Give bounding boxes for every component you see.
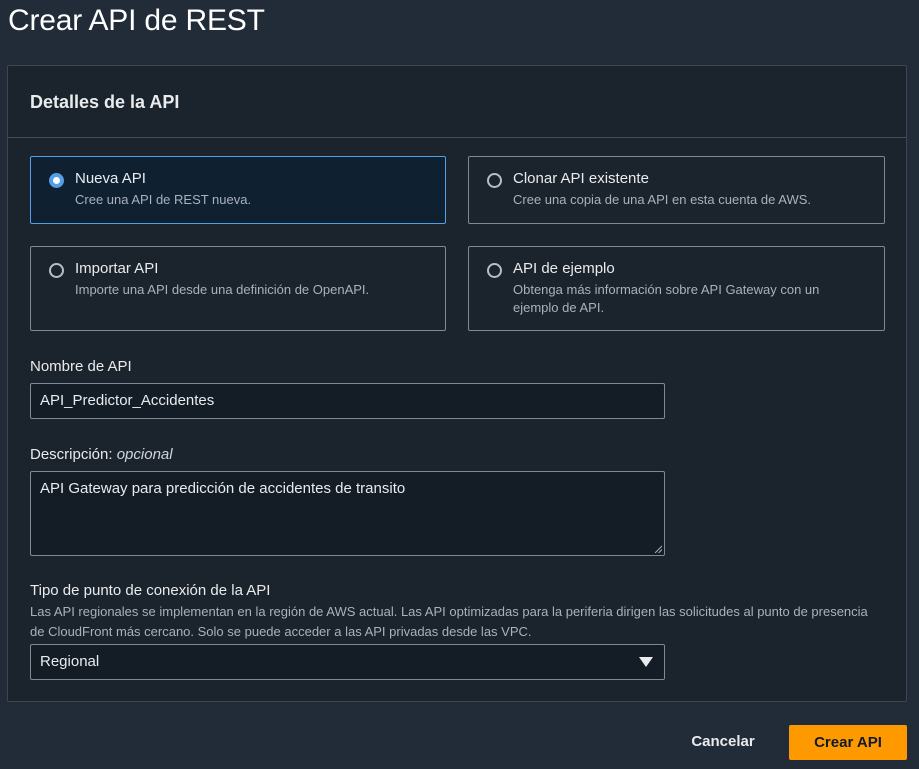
option-import-api[interactable]: Importar API Importe una API desde una d… — [30, 246, 446, 331]
option-title: Importar API — [75, 260, 159, 277]
endpoint-type-value: Regional — [40, 653, 100, 670]
endpoint-type-help: Las API regionales se implementan en la … — [30, 604, 868, 639]
resize-grip-icon[interactable] — [654, 545, 662, 553]
optional-tag: opcional — [116, 446, 173, 463]
description-label-text: Descripción: — [30, 446, 113, 463]
description-label: Descripción: opcional — [30, 446, 173, 463]
radio-clone-api[interactable] — [487, 173, 502, 188]
panel-title: Detalles de la API — [30, 92, 180, 112]
option-title: Clonar API existente — [513, 170, 649, 187]
caret-down-icon — [639, 657, 653, 667]
radio-import-api[interactable] — [49, 263, 64, 278]
radio-new-api[interactable] — [49, 173, 64, 188]
api-name-input[interactable]: API_Predictor_Accidentes — [30, 383, 665, 419]
endpoint-type-label: Tipo de punto de conexión de la API — [30, 582, 271, 599]
option-description: Importe una API desde una definición de … — [75, 282, 370, 297]
option-title: Nueva API — [75, 170, 146, 187]
description-textarea[interactable]: API Gateway para predicción de accidente… — [30, 471, 665, 556]
panel-header: Detalles de la API — [8, 66, 906, 138]
page-title: Crear API de REST — [8, 4, 265, 37]
option-description: Cree una copia de una API en esta cuenta… — [513, 192, 811, 207]
option-new-api[interactable]: Nueva API Cree una API de REST nueva. — [30, 156, 446, 224]
api-details-panel: Detalles de la API Nueva API Cree una AP… — [7, 65, 907, 702]
option-title: API de ejemplo — [513, 260, 615, 277]
option-description: Cree una API de REST nueva. — [75, 192, 252, 207]
option-description: Obtenga más información sobre API Gatewa… — [513, 282, 820, 315]
endpoint-type-select[interactable]: Regional — [30, 644, 665, 680]
radio-example-api[interactable] — [487, 263, 502, 278]
option-clone-api[interactable]: Clonar API existente Cree una copia de u… — [468, 156, 885, 224]
description-value: API Gateway para predicción de accidente… — [40, 480, 406, 497]
create-api-button[interactable]: Crear API — [789, 725, 907, 760]
cancel-button[interactable]: Cancelar — [676, 725, 770, 759]
option-example-api[interactable]: API de ejemplo Obtenga más información s… — [468, 246, 885, 331]
api-name-label: Nombre de API — [30, 358, 132, 375]
